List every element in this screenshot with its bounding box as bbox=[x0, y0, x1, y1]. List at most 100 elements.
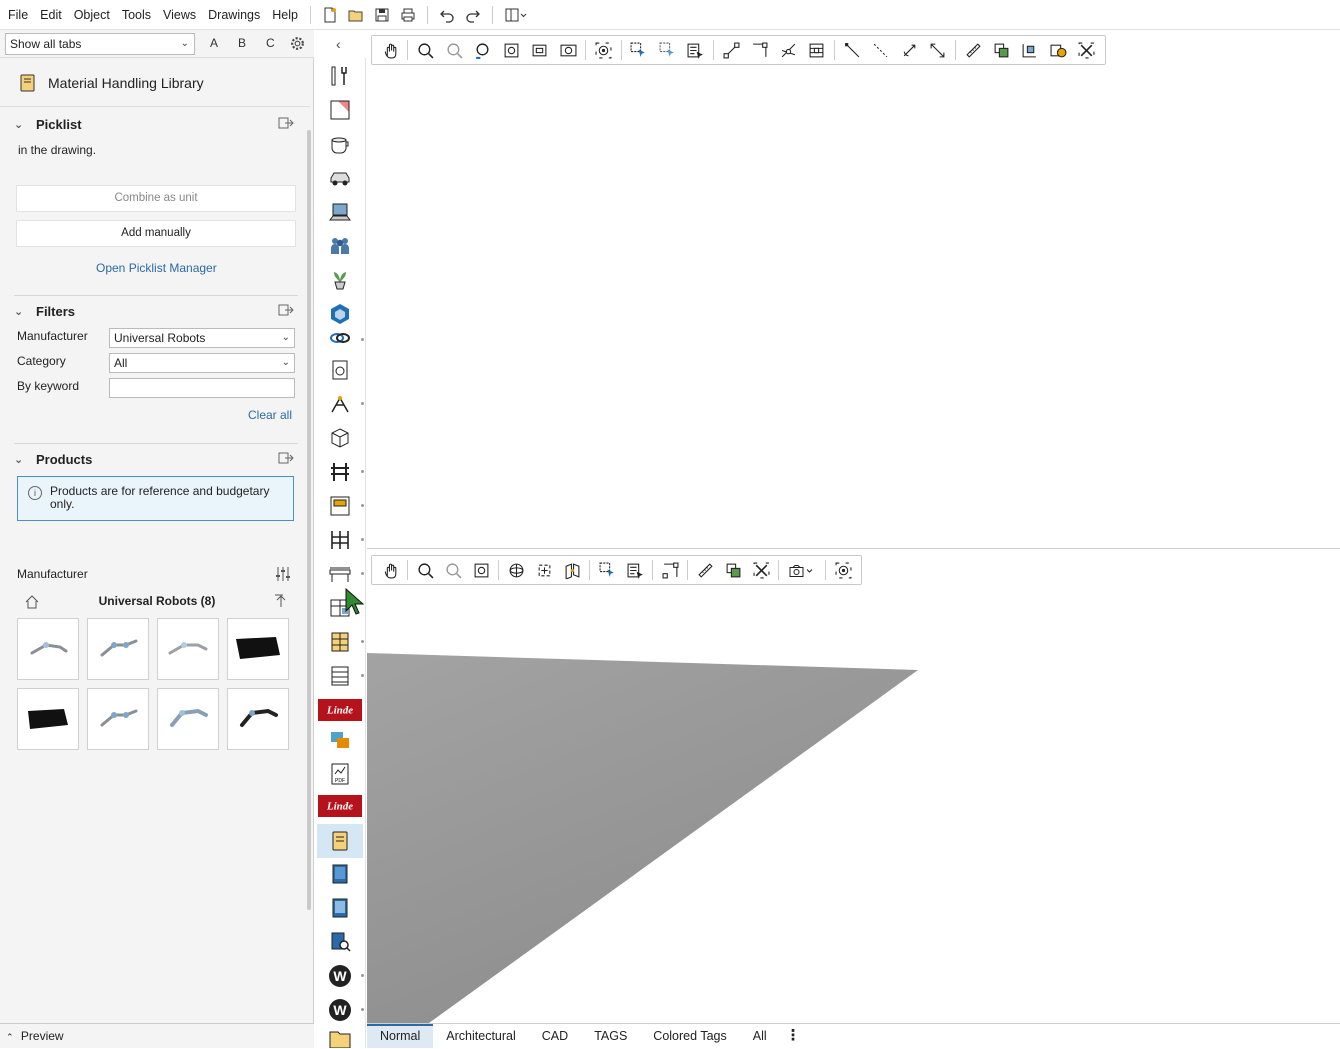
more-options-icon[interactable]: ⋮ bbox=[780, 1024, 807, 1048]
pan-hand-icon[interactable] bbox=[378, 559, 403, 581]
blue-book-icon[interactable] bbox=[317, 892, 363, 924]
snap-endpoint-icon[interactable] bbox=[719, 39, 744, 61]
open-picklist-manager-link[interactable]: Open Picklist Manager bbox=[96, 261, 217, 275]
undo-icon[interactable] bbox=[436, 4, 458, 26]
shelves-icon[interactable] bbox=[317, 660, 363, 692]
menu-file[interactable]: File bbox=[2, 0, 34, 30]
product-thumbnail[interactable] bbox=[17, 618, 79, 680]
zoom-extents-icon[interactable] bbox=[498, 39, 523, 61]
redo-icon[interactable] bbox=[462, 4, 484, 26]
tab-letter-b[interactable]: B bbox=[238, 36, 246, 50]
category-select[interactable]: All ⌄ bbox=[109, 353, 295, 373]
tab-normal[interactable]: Normal bbox=[367, 1024, 434, 1048]
product-thumbnail[interactable] bbox=[87, 618, 149, 680]
layers-icon[interactable] bbox=[989, 39, 1014, 61]
pop-out-icon[interactable] bbox=[278, 116, 294, 130]
zoom-out-icon[interactable] bbox=[441, 559, 466, 581]
menu-drawings[interactable]: Drawings bbox=[202, 0, 266, 30]
walls-category-icon[interactable] bbox=[317, 94, 363, 126]
menu-views[interactable]: Views bbox=[157, 0, 202, 30]
people-icon[interactable] bbox=[317, 230, 363, 262]
material-handling-library-icon[interactable] bbox=[317, 824, 363, 858]
tools-category-icon[interactable] bbox=[317, 60, 363, 92]
tab-colored-tags[interactable]: Colored Tags bbox=[640, 1024, 739, 1048]
linde-logo-icon[interactable]: Linde bbox=[316, 694, 364, 726]
picklist-header[interactable]: ⌄ Picklist bbox=[14, 112, 296, 136]
snap-corner-icon[interactable] bbox=[658, 559, 683, 581]
product-thumbnail[interactable] bbox=[157, 688, 219, 750]
shelving-icon[interactable] bbox=[317, 490, 363, 522]
tab-cad[interactable]: CAD bbox=[529, 1024, 581, 1048]
filters-header[interactable]: ⌄ Filters bbox=[14, 299, 296, 323]
w-logo-icon[interactable]: W bbox=[317, 960, 363, 992]
panel-scrollbar[interactable] bbox=[307, 130, 311, 910]
rack-icon[interactable] bbox=[317, 456, 363, 488]
product-thumbnail[interactable] bbox=[157, 618, 219, 680]
manufacturer-select[interactable]: Universal Robots ⌄ bbox=[109, 328, 295, 348]
crane-icon[interactable] bbox=[317, 388, 363, 420]
product-thumbnail[interactable] bbox=[227, 618, 289, 680]
snap-corner-icon[interactable] bbox=[747, 39, 772, 61]
dashed-line-icon[interactable] bbox=[868, 39, 893, 61]
zoom-previous-icon[interactable] bbox=[470, 39, 495, 61]
products-header[interactable]: ⌄ Products bbox=[14, 447, 296, 471]
timer-category-icon[interactable] bbox=[317, 354, 363, 386]
blue-book-icon[interactable] bbox=[317, 858, 363, 890]
product-thumbnail[interactable] bbox=[87, 688, 149, 750]
close-view-icon[interactable] bbox=[749, 559, 774, 581]
pdf-chart-icon[interactable]: PDF bbox=[317, 758, 363, 790]
menu-object[interactable]: Object bbox=[68, 0, 116, 30]
layout-dropdown-icon[interactable] bbox=[501, 4, 531, 26]
tab-architectural[interactable]: Architectural bbox=[433, 1024, 528, 1048]
folder-icon[interactable] bbox=[317, 1028, 363, 1048]
select-crossing-icon[interactable] bbox=[655, 39, 680, 61]
shapes-icon[interactable] bbox=[317, 724, 363, 756]
tab-letter-c[interactable]: C bbox=[266, 36, 275, 50]
zoom-window-icon[interactable] bbox=[527, 39, 552, 61]
up-level-icon[interactable] bbox=[273, 593, 289, 609]
line-icon[interactable] bbox=[839, 39, 864, 61]
zoom-out-icon[interactable] bbox=[441, 39, 466, 61]
book-search-icon[interactable] bbox=[317, 926, 363, 958]
cost-estimate-icon[interactable] bbox=[1046, 39, 1071, 61]
measure-ruler-icon[interactable] bbox=[960, 39, 985, 61]
measure-ruler-icon[interactable] bbox=[693, 559, 718, 581]
sliders-icon[interactable] bbox=[275, 566, 291, 582]
tab-letter-a[interactable]: A bbox=[210, 36, 218, 50]
rotate-3d-icon[interactable] bbox=[896, 39, 921, 61]
focus-target-icon[interactable] bbox=[591, 39, 616, 61]
focus-target-icon[interactable] bbox=[831, 559, 856, 581]
select-icon[interactable] bbox=[626, 39, 651, 61]
print-icon[interactable] bbox=[397, 4, 419, 26]
link-category-icon[interactable] bbox=[317, 328, 363, 348]
coffee-cup-icon[interactable] bbox=[317, 128, 363, 160]
pallet-rack-icon[interactable] bbox=[317, 524, 363, 556]
snap-grid-icon[interactable] bbox=[804, 39, 829, 61]
product-thumbnail[interactable] bbox=[227, 688, 289, 750]
gear-icon[interactable] bbox=[289, 35, 306, 52]
camera-dropdown-icon[interactable] bbox=[784, 559, 821, 581]
zoom-extents-icon[interactable] bbox=[469, 559, 494, 581]
add-manually-button[interactable]: Add manually bbox=[16, 220, 296, 247]
vehicle-icon[interactable] bbox=[317, 162, 363, 194]
select-icon[interactable] bbox=[595, 559, 620, 581]
menu-help[interactable]: Help bbox=[266, 0, 304, 30]
pop-out-icon[interactable] bbox=[278, 451, 294, 465]
collapse-panel-icon[interactable]: ‹ bbox=[336, 36, 341, 52]
zoom-icon[interactable] bbox=[413, 39, 438, 61]
clear-all-link[interactable]: Clear all bbox=[248, 408, 292, 422]
linde-logo-icon[interactable]: Linde bbox=[316, 790, 364, 822]
save-icon[interactable] bbox=[371, 4, 393, 26]
keyword-input[interactable] bbox=[109, 378, 295, 398]
zoom-all-icon[interactable] bbox=[555, 39, 580, 61]
select-list-icon[interactable] bbox=[683, 39, 708, 61]
product-thumbnail[interactable] bbox=[17, 688, 79, 750]
storage-icon[interactable] bbox=[317, 626, 363, 658]
package-icon[interactable] bbox=[317, 422, 363, 454]
dimension-icon[interactable] bbox=[925, 39, 950, 61]
menu-edit[interactable]: Edit bbox=[34, 0, 68, 30]
orbit-globe-icon[interactable] bbox=[504, 559, 529, 581]
tab-tags[interactable]: TAGS bbox=[581, 1024, 640, 1048]
3d-view-pane[interactable] bbox=[367, 549, 1340, 1023]
sketchup-icon[interactable] bbox=[317, 298, 363, 330]
